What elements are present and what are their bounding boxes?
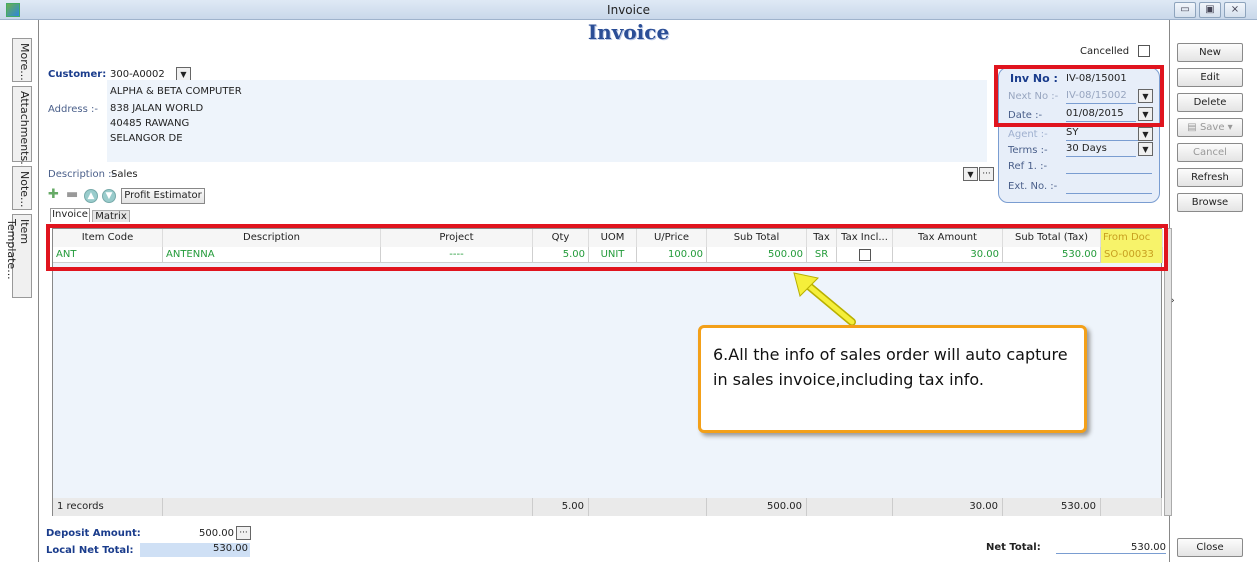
close-button[interactable]: Close <box>1177 538 1243 557</box>
remove-row-icon[interactable]: ▬ <box>66 188 78 201</box>
refresh-button[interactable]: Refresh <box>1177 168 1243 187</box>
profit-estimator-button[interactable]: Profit Estimator <box>121 188 205 204</box>
footer-spacer-4 <box>1101 498 1162 516</box>
terms-field[interactable]: 30 Days <box>1066 143 1136 157</box>
address-label: Address :- <box>48 104 98 115</box>
address-line-1: 838 JALAN WORLD <box>110 103 204 114</box>
page-title: Invoice <box>587 20 670 44</box>
inv-highlight-box <box>994 65 1164 127</box>
local-net-total-value: 530.00 <box>140 543 250 557</box>
description-label: Description :- <box>48 169 116 180</box>
window-title: Invoice <box>607 3 650 17</box>
customer-name: ALPHA & BETA COMPUTER <box>110 86 242 97</box>
terms-label: Terms :- <box>1008 145 1048 156</box>
customer-code[interactable]: 300-A0002 <box>110 69 165 80</box>
title-bar: Invoice ▭ ▣ ⨯ <box>0 0 1257 20</box>
description-ellipsis-button[interactable]: ··· <box>979 167 994 181</box>
add-row-icon[interactable]: ✚ <box>48 188 60 201</box>
cancelled-label: Cancelled <box>1080 46 1130 57</box>
save-icon: ▤ <box>1187 122 1200 133</box>
cancel-button[interactable]: Cancel <box>1177 143 1243 162</box>
annotation-callout: 6.All the info of sales order will auto … <box>698 325 1087 433</box>
ref1-label: Ref 1. :- <box>1008 161 1048 172</box>
ref1-field[interactable] <box>1066 160 1152 174</box>
ext-no-label: Ext. No. :- <box>1008 181 1058 192</box>
maximize-button[interactable]: ▣ <box>1199 2 1221 18</box>
address-line-2: 40485 RAWANG <box>110 118 190 129</box>
delete-button[interactable]: Delete <box>1177 93 1243 112</box>
footer-subtotal-tax: 530.00 <box>1003 498 1101 516</box>
minimize-button[interactable]: ▭ <box>1174 2 1196 18</box>
footer-subtotal: 500.00 <box>707 498 807 516</box>
footer-spacer <box>163 498 533 516</box>
local-net-total-label: Local Net Total: <box>46 545 134 556</box>
footer-tax-amount: 30.00 <box>893 498 1003 516</box>
footer-spacer-2 <box>589 498 707 516</box>
agent-dropdown-button[interactable]: ▼ <box>1138 127 1153 141</box>
grid-scrollbar[interactable] <box>1164 228 1172 516</box>
side-tab-attachments[interactable]: Attachments... <box>12 86 32 172</box>
tab-matrix[interactable]: Matrix <box>92 210 130 222</box>
customer-label: Customer: <box>48 69 107 80</box>
footer-qty: 5.00 <box>533 498 589 516</box>
new-button[interactable]: New <box>1177 43 1243 62</box>
side-tab-note[interactable]: Note... <box>12 166 32 210</box>
address-line-3: SELANGOR DE <box>110 133 183 144</box>
move-down-icon[interactable]: ▼ <box>102 189 116 203</box>
customer-dropdown-button[interactable]: ▼ <box>176 67 191 81</box>
side-tab-item-template[interactable]: Item Template... <box>5 214 32 298</box>
deposit-ellipsis-button[interactable]: ··· <box>236 526 251 540</box>
grid-row-highlight-box <box>46 224 1168 271</box>
save-button[interactable]: ▤ Save ▾ <box>1177 118 1243 137</box>
close-window-button[interactable]: ⨯ <box>1224 2 1246 18</box>
edit-button[interactable]: Edit <box>1177 68 1243 87</box>
side-tab-more[interactable]: More... <box>12 38 32 82</box>
description-value[interactable]: Sales <box>111 169 138 180</box>
agent-label: Agent :- <box>1008 129 1048 140</box>
net-total-value: 530.00 <box>1056 542 1166 554</box>
footer-spacer-3 <box>807 498 893 516</box>
footer-records: 1 records <box>53 498 163 516</box>
pointer-arrow <box>793 272 856 326</box>
move-up-icon[interactable]: ▲ <box>84 189 98 203</box>
terms-dropdown-button[interactable]: ▼ <box>1138 142 1153 156</box>
deposit-label: Deposit Amount: <box>46 528 141 539</box>
deposit-value[interactable]: 500.00 <box>150 528 234 539</box>
tab-invoice[interactable]: Invoice <box>50 208 90 222</box>
ext-no-field[interactable] <box>1066 180 1152 194</box>
cancelled-checkbox[interactable] <box>1138 45 1150 57</box>
expand-panel-icon[interactable]: › <box>1171 296 1175 306</box>
save-label: Save <box>1199 122 1225 133</box>
net-total-label: Net Total: <box>986 542 1041 553</box>
browse-button[interactable]: Browse <box>1177 193 1243 212</box>
save-dropdown-icon[interactable]: ▾ <box>1224 122 1233 133</box>
description-dropdown-button[interactable]: ▼ <box>963 167 978 181</box>
